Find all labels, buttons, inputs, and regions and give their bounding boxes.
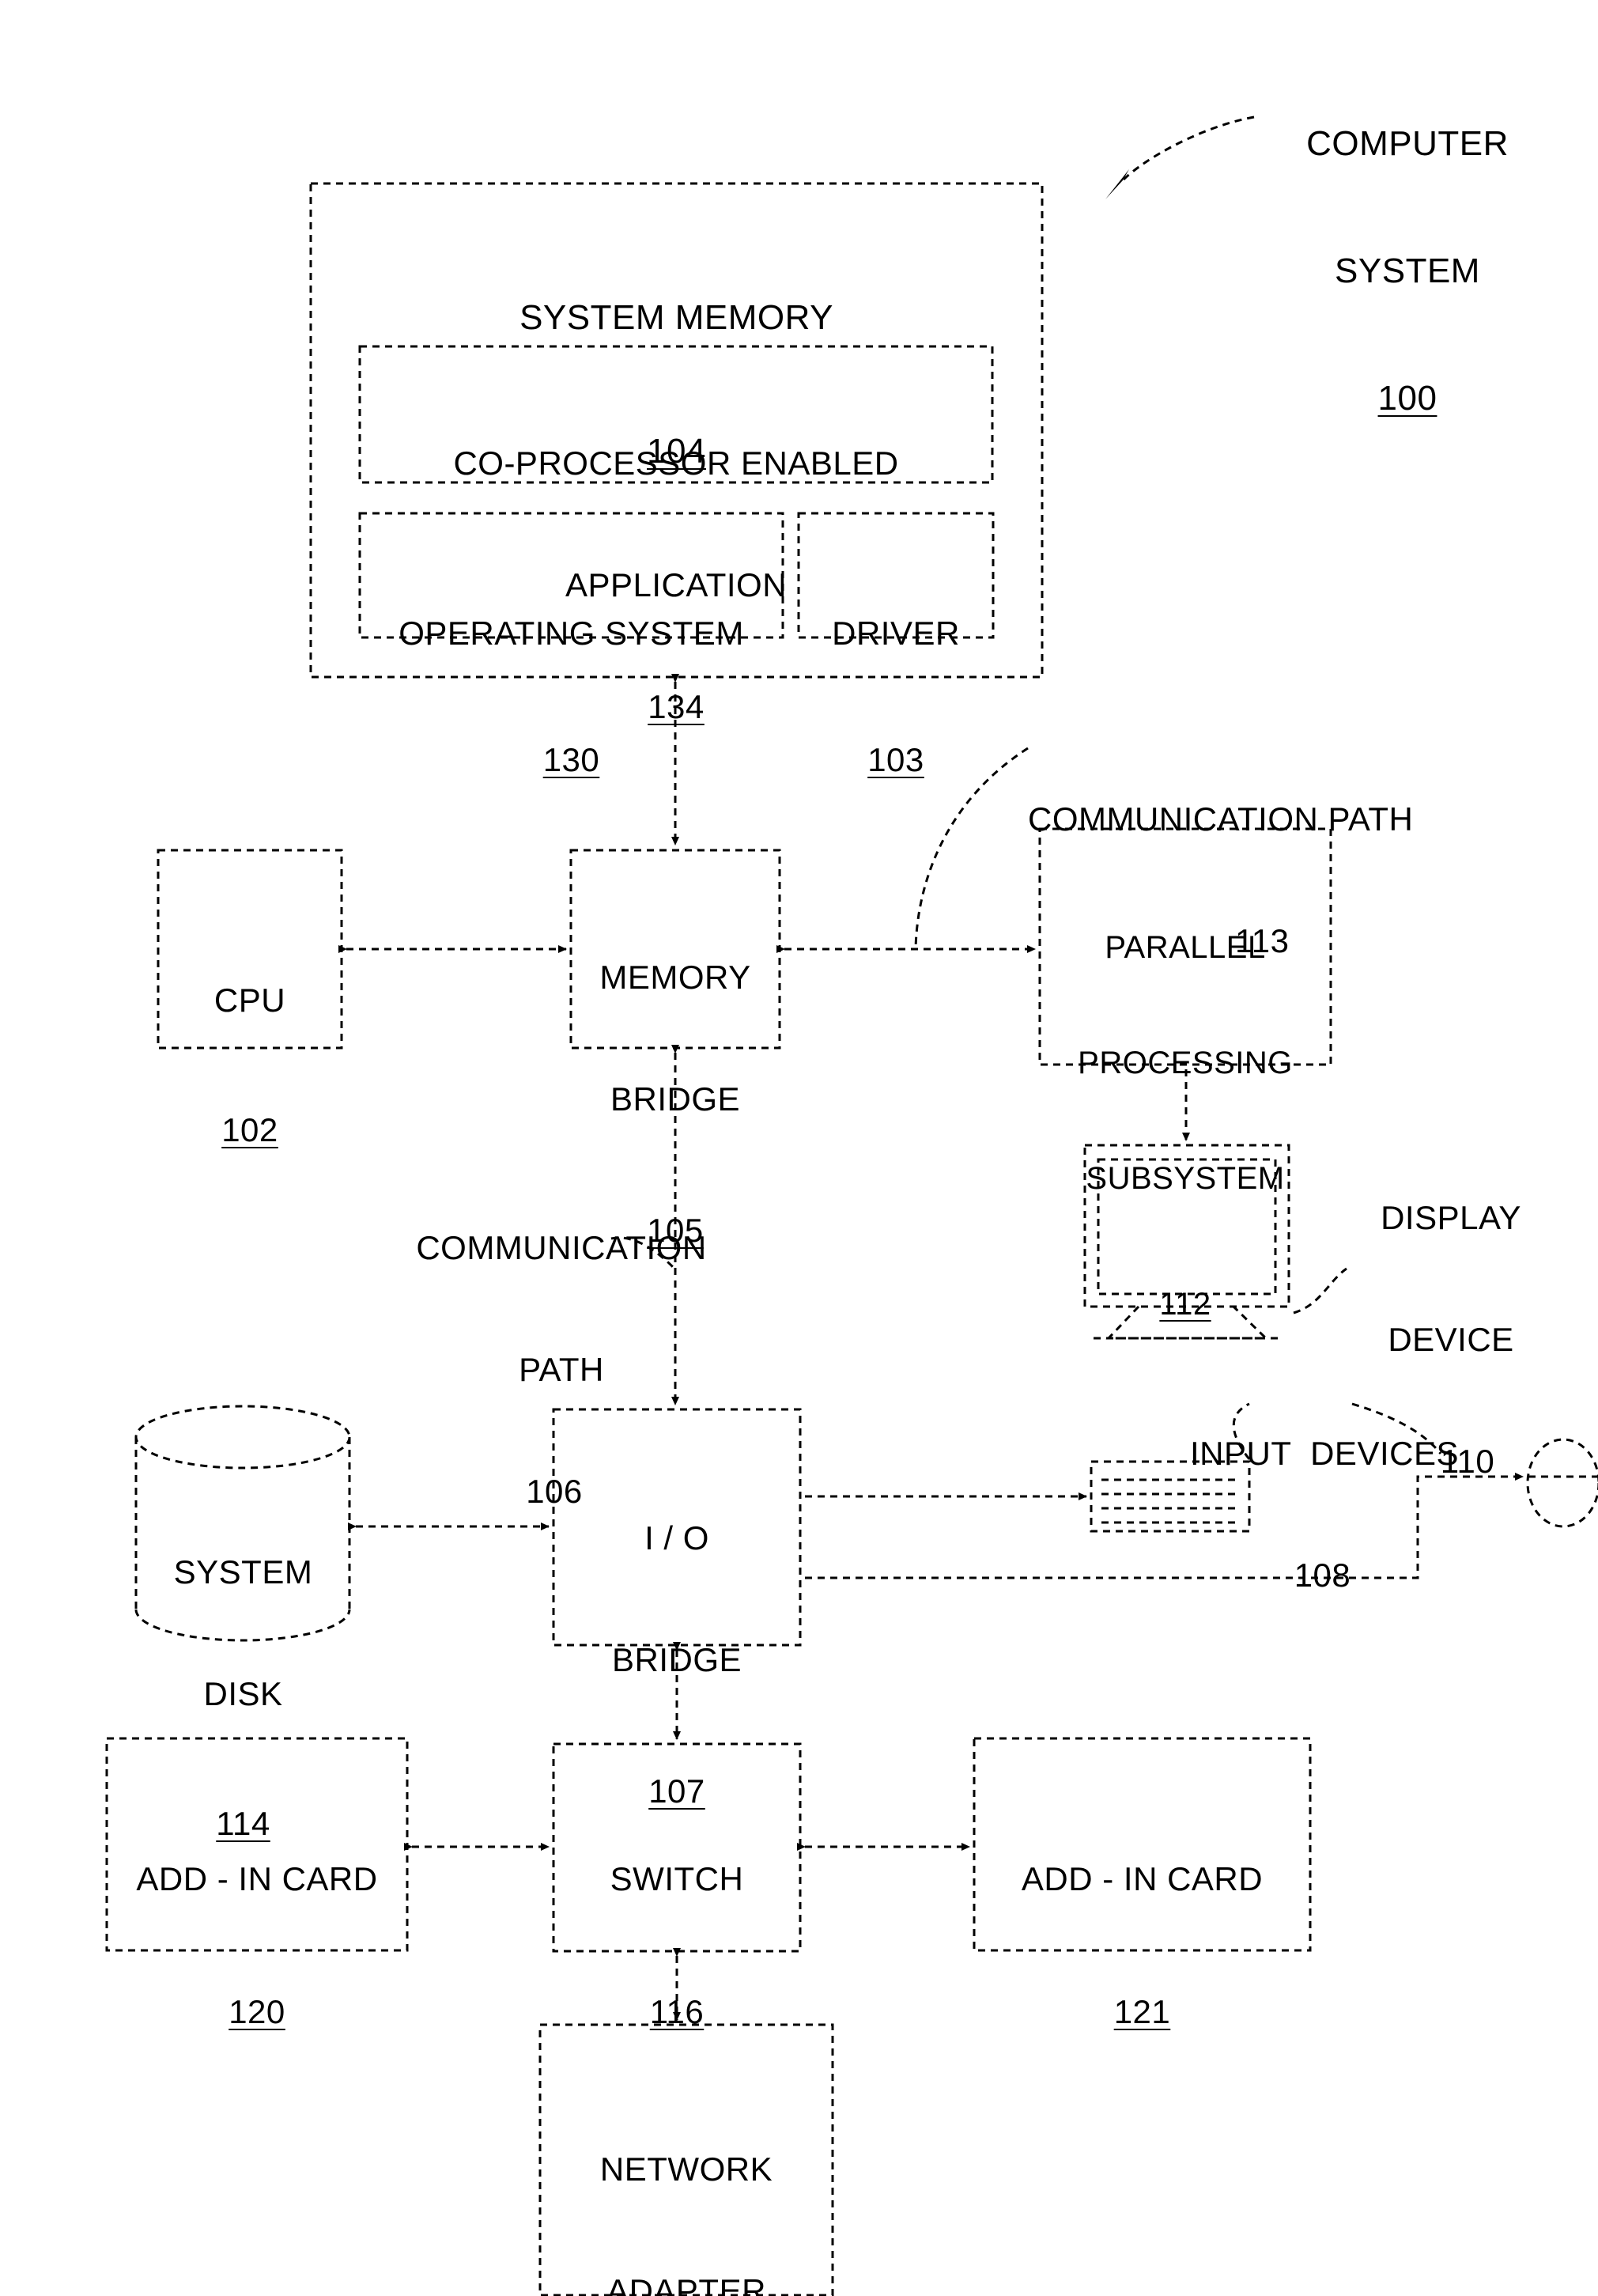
- system-disk-title-line1: SYSTEM: [173, 1553, 313, 1591]
- communication-path-113-label: COMMUNICATION PATH 113: [1028, 718, 1581, 1042]
- switch-ref: 116: [649, 1993, 705, 2031]
- network-adapter-title-line2: ADAPTER: [606, 2272, 766, 2296]
- switch-label: SWITCH 116: [553, 1778, 800, 2113]
- pps-ref: 112: [1159, 1286, 1211, 1322]
- coprocessor-app-title-line1: CO-PROCESSOR ENABLED: [453, 444, 899, 482]
- cpu-label: CPU 102: [158, 899, 342, 1231]
- driver-label: DRIVER 103: [799, 532, 993, 861]
- io-bridge-title-line1: I / O: [644, 1519, 709, 1557]
- io-bridge-title-line2: BRIDGE: [611, 1641, 742, 1679]
- driver-title: DRIVER: [832, 615, 960, 652]
- network-adapter-title-line1: NETWORK: [599, 2150, 773, 2188]
- cpu-title: CPU: [213, 982, 286, 1019]
- computer-system-ref: 100: [1377, 379, 1437, 418]
- add-in-card-left-title: ADD - IN CARD: [136, 1860, 378, 1898]
- system-disk-title-line2: DISK: [203, 1675, 283, 1713]
- add-in-card-right-label: ADD - IN CARD 121: [974, 1778, 1310, 2113]
- add-in-card-left-label: ADD - IN CARD 120: [107, 1778, 407, 2113]
- system-disk-top: [134, 1405, 351, 1470]
- cpu-ref: 102: [221, 1111, 278, 1149]
- leader-computer-system: [1121, 115, 1255, 182]
- switch-title: SWITCH: [610, 1860, 744, 1898]
- input-devices-title: INPUT DEVICES: [1190, 1435, 1459, 1473]
- add-in-card-left-ref: 120: [229, 1993, 285, 2031]
- add-in-card-right-ref: 121: [1113, 1993, 1171, 2031]
- communication-path-113-ref: 113: [1235, 922, 1290, 960]
- operating-system-ref: 130: [542, 741, 600, 779]
- operating-system-label: OPERATING SYSTEM 130: [360, 532, 783, 861]
- operating-system-title: OPERATING SYSTEM: [399, 615, 744, 652]
- leader-computer-system-arrowhead: [1105, 169, 1129, 199]
- memory-bridge-title-line1: MEMORY: [599, 959, 751, 997]
- input-devices-ref: 108: [1294, 1557, 1351, 1594]
- pps-title-line2: PROCESSING: [1078, 1045, 1293, 1080]
- computer-system-callout: COMPUTER SYSTEM 100: [1257, 38, 1558, 505]
- figure-canvas: COMPUTER SYSTEM 100 SYSTEM MEMORY 104 CO…: [0, 0, 1598, 2296]
- memory-bridge-title-line2: BRIDGE: [610, 1080, 741, 1118]
- system-memory-title: SYSTEM MEMORY: [519, 298, 833, 338]
- display-device-title-line1: DISPLAY: [1381, 1199, 1521, 1237]
- input-devices-label: INPUT DEVICES 108: [1150, 1352, 1498, 1677]
- network-adapter-label: NETWORK ADAPTER 118: [540, 2068, 833, 2296]
- communication-path-106-title-line2: PATH: [519, 1351, 604, 1389]
- communication-path-113-title: COMMUNICATION PATH: [1028, 800, 1414, 838]
- computer-system-label-line2: SYSTEM: [1335, 252, 1480, 291]
- driver-ref: 103: [867, 741, 924, 779]
- add-in-card-right-title: ADD - IN CARD: [1021, 1860, 1264, 1898]
- computer-system-label-line1: COMPUTER: [1306, 124, 1509, 164]
- pps-title-line3: SUBSYSTEM: [1086, 1161, 1285, 1197]
- communication-path-106-title-line1: COMMUNICATION: [416, 1229, 707, 1267]
